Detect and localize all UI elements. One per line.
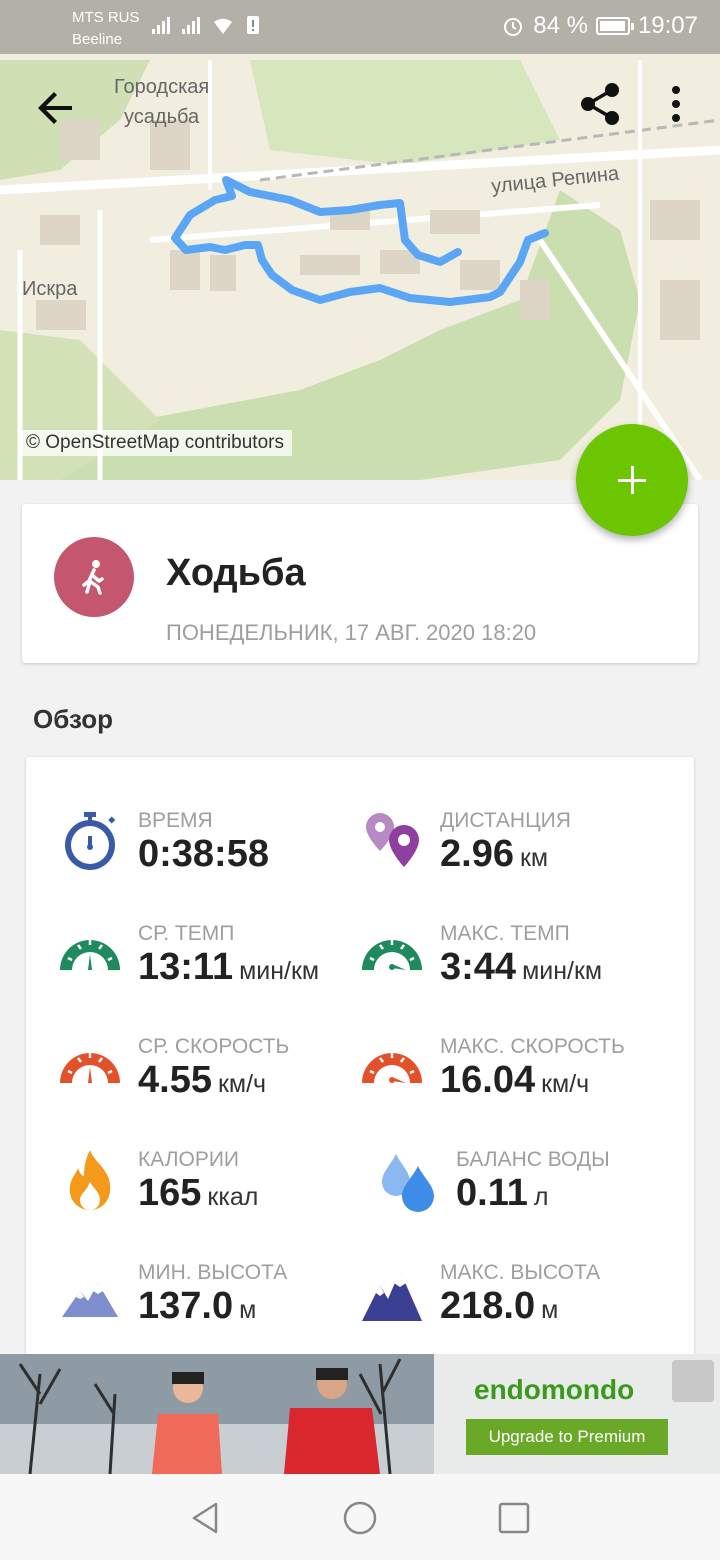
ad-banner[interactable]: endomondo Upgrade to Premium	[0, 1354, 720, 1474]
overview-stats-card: ВРЕМЯ 0:38:58 ДИСТАНЦИЯ 2.96 км СР. ТЕМП …	[26, 757, 694, 1397]
status-bar: MTS RUS Beeline 84 % 19:07	[0, 0, 720, 54]
status-right: 84 % 19:07	[501, 12, 698, 40]
water-drops-icon	[382, 1154, 434, 1212]
map-label-estate: Городская	[114, 76, 210, 98]
walking-icon	[82, 560, 104, 595]
carrier-secondary: Beeline	[72, 31, 123, 48]
stat-distance-value: 2.96	[440, 833, 514, 875]
add-button[interactable]	[576, 424, 688, 536]
stat-time-value: 0:38:58	[138, 833, 269, 875]
stat-avg-speed-unit: км/ч	[217, 1070, 267, 1098]
stat-water-label: БАЛАНС ВОДЫ	[456, 1148, 610, 1171]
stat-avg-pace-unit: мин/км	[239, 957, 320, 985]
stat-max-speed-unit: км/ч	[541, 1070, 590, 1098]
stat-max-speed-value: 16.04	[440, 1059, 536, 1101]
stat-max-altitude-label: МАКС. ВЫСОТА	[440, 1261, 601, 1284]
carrier-info: MTS RUS Beeline	[72, 7, 140, 51]
stat-avg-pace-value: 13:11	[138, 946, 234, 988]
stat-calories-value-row: 165 ккал	[138, 1172, 258, 1215]
more-options-icon[interactable]	[660, 82, 692, 128]
upgrade-button[interactable]: Upgrade to Premium	[466, 1419, 668, 1455]
stat-water-value: 0.11	[456, 1172, 528, 1214]
nav-recents-icon[interactable]	[494, 1498, 534, 1538]
alarm-icon	[504, 18, 523, 36]
stat-min-altitude-value: 137.0	[138, 1285, 234, 1327]
stat-max-altitude-unit: м	[541, 1296, 559, 1324]
stat-distance-unit: км	[519, 844, 549, 872]
stat-min-altitude-label: МИН. ВЫСОТА	[138, 1261, 288, 1284]
stat-water-value-row: 0.11 л	[456, 1172, 548, 1215]
share-icon[interactable]	[576, 80, 624, 128]
stat-max-pace-unit: мин/км	[522, 957, 603, 985]
clock: 19:07	[637, 12, 698, 39]
max-pace-gauge-icon	[362, 940, 422, 970]
system-nav-bar	[0, 1474, 720, 1560]
stat-max-speed-value-row: 16.04 км/ч	[440, 1059, 589, 1102]
stat-avg-speed-label: СР. СКОРОСТЬ	[138, 1035, 290, 1058]
stat-max-pace-value-row: 3:44 мин/км	[440, 946, 602, 989]
stat-max-altitude-value-row: 218.0 м	[440, 1285, 558, 1328]
ad-brand-logo: endomondo	[474, 1374, 635, 1405]
route-map[interactable]: Городская усадьба улица Репина Искра © O…	[0, 0, 720, 480]
max-speed-gauge-icon	[362, 1053, 422, 1083]
map-label-district: Искра	[22, 278, 78, 300]
stat-max-speed-label: МАКС. СКОРОСТЬ	[440, 1035, 625, 1058]
stat-time-value-row: 0:38:58	[138, 833, 269, 876]
stat-calories-label: КАЛОРИИ	[138, 1148, 240, 1171]
sim-alert-icon	[247, 16, 259, 34]
stat-max-pace-value: 3:44	[440, 946, 517, 988]
signal-icon-2	[182, 17, 200, 34]
signal-icon	[152, 17, 170, 34]
battery-icon	[595, 17, 634, 35]
stat-avg-speed-value-row: 4.55 км/ч	[138, 1059, 266, 1102]
stat-min-altitude-value-row: 137.0 м	[138, 1285, 256, 1328]
activity-date: ПОНЕДЕЛЬНИК, 17 АВГ. 2020 18:20	[166, 620, 537, 645]
signal-group	[150, 14, 260, 36]
sport-avatar	[54, 537, 134, 617]
stat-water-unit: л	[533, 1183, 549, 1211]
sport-title: Ходьба	[166, 552, 306, 594]
stat-avg-pace-label: СР. ТЕМП	[138, 922, 235, 945]
nav-back-icon[interactable]	[186, 1498, 226, 1538]
high-mountain-icon	[362, 1271, 422, 1321]
overview-title: Обзор	[33, 704, 113, 734]
ad-choices-icon[interactable]	[672, 1360, 714, 1402]
ad-photo	[0, 1354, 434, 1474]
stat-max-altitude-value: 218.0	[440, 1285, 536, 1327]
nav-home-icon[interactable]	[340, 1498, 380, 1538]
map-label-estate-2: усадьба	[124, 106, 200, 128]
flame-icon	[69, 1150, 111, 1210]
wifi-icon	[214, 18, 232, 34]
osm-credit[interactable]: © OpenStreetMap contributors	[18, 430, 292, 456]
location-pins-icon	[366, 813, 419, 867]
mountain-icon	[62, 1283, 118, 1317]
speed-gauge-icon	[60, 1053, 120, 1083]
stopwatch-icon	[65, 812, 116, 870]
stat-distance-label: ДИСТАНЦИЯ	[440, 809, 571, 832]
stat-distance-value-row: 2.96 км	[440, 833, 548, 876]
activity-card: Ходьба ПОНЕДЕЛЬНИК, 17 АВГ. 2020 18:20	[22, 504, 698, 663]
battery-percent: 84 %	[533, 12, 588, 39]
stat-calories-value: 165	[138, 1172, 202, 1214]
stat-min-altitude-unit: м	[239, 1296, 257, 1324]
stat-time-label: ВРЕМЯ	[138, 809, 213, 832]
stat-calories-unit: ккал	[207, 1183, 259, 1211]
pace-gauge-icon	[60, 940, 120, 970]
stat-avg-speed-value: 4.55	[138, 1059, 212, 1101]
carrier-primary: MTS RUS	[72, 9, 140, 26]
stat-avg-pace-value-row: 13:11 мин/км	[138, 946, 319, 989]
stat-max-pace-label: МАКС. ТЕМП	[440, 922, 570, 945]
back-arrow-icon[interactable]	[32, 84, 80, 132]
map-background	[0, 60, 720, 480]
